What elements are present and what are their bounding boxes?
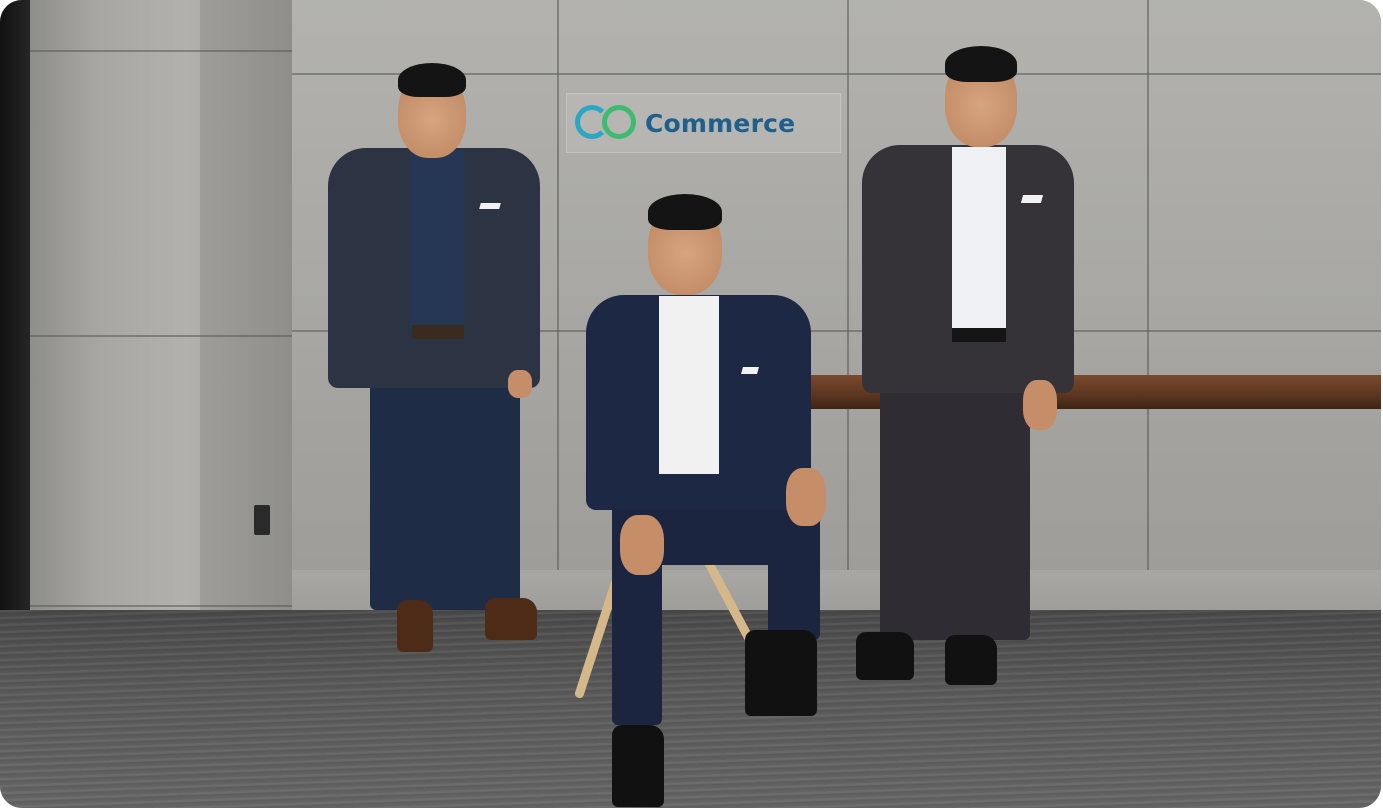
wall-seam [1147, 0, 1149, 570]
logo-wordmark: Commerce [645, 108, 796, 138]
wooden-floor [0, 610, 1381, 808]
shoe [485, 598, 537, 640]
pillar-seam [30, 50, 292, 52]
hair [648, 194, 722, 230]
pocket-square [741, 367, 759, 374]
shoe [945, 635, 997, 685]
gocommerce-sign: Commerce [566, 93, 841, 153]
o-ring-icon [602, 105, 636, 139]
pillar-seam [30, 605, 292, 607]
pillar-seam [30, 335, 292, 337]
shirt [410, 150, 464, 330]
hair [945, 46, 1017, 82]
shirt [952, 147, 1006, 329]
office-scene: Commerce [0, 0, 1381, 808]
hair [398, 63, 466, 97]
hand [1023, 380, 1057, 430]
pillar-side-face [200, 0, 292, 655]
hand [786, 468, 826, 526]
pocket-square [1020, 195, 1044, 203]
wall-seam [557, 0, 559, 570]
pocket-square [479, 203, 501, 209]
photo-card: Commerce [0, 0, 1381, 808]
shoe [397, 600, 433, 652]
go-logo-icon [575, 103, 643, 143]
shirt [659, 296, 719, 474]
shoe [612, 725, 664, 807]
belt [412, 325, 464, 339]
wall-outlet [254, 505, 270, 535]
hand [508, 370, 532, 398]
shoe [745, 630, 817, 716]
hand [620, 515, 664, 575]
shoe [856, 632, 914, 680]
wall-seam [847, 0, 849, 570]
belt [952, 328, 1006, 342]
